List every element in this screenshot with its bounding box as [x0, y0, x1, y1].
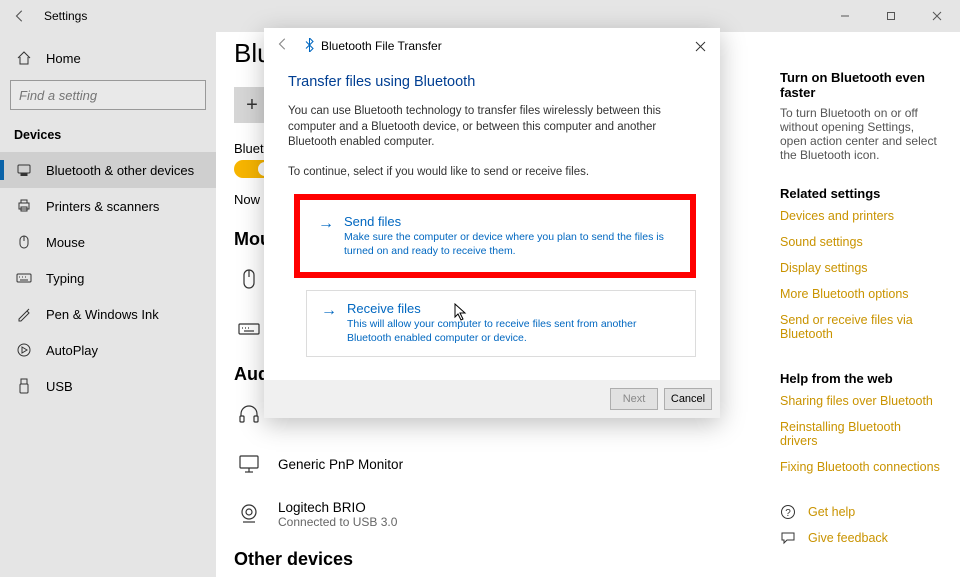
feedback-label: Give feedback: [808, 531, 888, 545]
nav-label: USB: [46, 379, 73, 394]
arrow-icon: →: [321, 302, 337, 345]
dialog-title: Bluetooth File Transfer: [321, 39, 442, 53]
link-send-recv[interactable]: Send or receive files via Bluetooth: [780, 313, 940, 341]
svg-text:?: ?: [785, 508, 791, 519]
give-feedback[interactable]: Give feedback: [780, 530, 940, 546]
help-link-sharing[interactable]: Sharing files over Bluetooth: [780, 394, 940, 408]
get-help[interactable]: ? Get help: [780, 504, 940, 520]
link-display[interactable]: Display settings: [780, 261, 940, 275]
search-input[interactable]: [19, 88, 197, 103]
nav-label: Bluetooth & other devices: [46, 163, 194, 178]
usb-icon: [16, 378, 32, 394]
nav-autoplay[interactable]: AutoPlay: [0, 332, 216, 368]
dialog-continue: To continue, select if you would like to…: [288, 165, 696, 181]
link-more-bt[interactable]: More Bluetooth options: [780, 287, 940, 301]
pen-icon: [16, 306, 32, 322]
nav-label: AutoPlay: [46, 343, 98, 358]
nav-typing[interactable]: Typing: [0, 260, 216, 296]
headphones-icon: [234, 399, 264, 429]
get-help-label: Get help: [808, 505, 855, 519]
dialog-buttons: Next Cancel: [264, 380, 720, 418]
tip-text: To turn Bluetooth on or off without open…: [780, 106, 940, 162]
printer-icon: [16, 198, 32, 214]
nav-printers[interactable]: Printers & scanners: [0, 188, 216, 224]
option-receive-files[interactable]: → Receive files This will allow your com…: [306, 290, 696, 356]
device-name: Logitech BRIO: [278, 500, 397, 515]
nav-group-header: Devices: [0, 122, 216, 152]
search-box[interactable]: [10, 80, 206, 110]
nav-bluetooth[interactable]: Bluetooth & other devices: [0, 152, 216, 188]
nav-label: Printers & scanners: [46, 199, 159, 214]
dialog-desc: You can use Bluetooth technology to tran…: [288, 104, 696, 151]
nav-label: Typing: [46, 271, 84, 286]
autoplay-icon: [16, 342, 32, 358]
recv-title: Receive files: [347, 301, 681, 316]
window-controls: [822, 0, 960, 32]
help-header: Help from the web: [780, 371, 940, 386]
home-icon: [16, 50, 32, 66]
nav-mouse[interactable]: Mouse: [0, 224, 216, 260]
help-link-fixing[interactable]: Fixing Bluetooth connections: [780, 460, 940, 474]
related-header: Related settings: [780, 186, 940, 201]
cancel-button[interactable]: Cancel: [664, 388, 712, 410]
nav-label: Pen & Windows Ink: [46, 307, 159, 322]
tip-header: Turn on Bluetooth even faster: [780, 70, 940, 100]
nav-home[interactable]: Home: [0, 40, 216, 76]
link-sound[interactable]: Sound settings: [780, 235, 940, 249]
mouse-icon: [16, 234, 32, 250]
help-link-drivers[interactable]: Reinstalling Bluetooth drivers: [780, 420, 940, 448]
device-status: Connected to USB 3.0: [278, 515, 397, 529]
recv-desc: This will allow your computer to receive…: [347, 318, 681, 345]
help-icon: ?: [780, 504, 796, 520]
keyboard-icon: [16, 270, 32, 286]
close-button[interactable]: [914, 0, 960, 32]
bluetooth-icon: [16, 162, 32, 178]
nav-pen[interactable]: Pen & Windows Ink: [0, 296, 216, 332]
bluetooth-transfer-dialog: Bluetooth File Transfer Transfer files u…: [264, 28, 720, 418]
mouse-device-icon: [234, 264, 264, 294]
device-name: Generic PnP Monitor: [278, 457, 403, 472]
dialog-heading: Transfer files using Bluetooth: [288, 74, 696, 90]
maximize-button[interactable]: [868, 0, 914, 32]
keyboard-device-icon: [234, 314, 264, 344]
minimize-button[interactable]: [822, 0, 868, 32]
option-send-files[interactable]: → Send files Make sure the computer or d…: [294, 194, 696, 278]
feedback-icon: [780, 530, 796, 546]
monitor-icon: [234, 449, 264, 479]
nav-usb[interactable]: USB: [0, 368, 216, 404]
nav-home-label: Home: [46, 51, 81, 66]
bluetooth-icon: [304, 38, 315, 55]
sidebar: Home Devices Bluetooth & other devices P…: [0, 32, 216, 577]
right-pane: Turn on Bluetooth even faster To turn Bl…: [780, 70, 940, 556]
link-devices-printers[interactable]: Devices and printers: [780, 209, 940, 223]
back-button[interactable]: [0, 0, 40, 32]
next-button[interactable]: Next: [610, 388, 658, 410]
send-title: Send files: [344, 214, 672, 229]
send-desc: Make sure the computer or device where y…: [344, 231, 672, 258]
nav-label: Mouse: [46, 235, 85, 250]
dialog-back-button[interactable]: [276, 37, 290, 55]
webcam-icon: [234, 499, 264, 529]
arrow-icon: →: [318, 215, 334, 258]
dialog-titlebar: Bluetooth File Transfer: [264, 28, 720, 64]
window-title: Settings: [40, 9, 87, 23]
